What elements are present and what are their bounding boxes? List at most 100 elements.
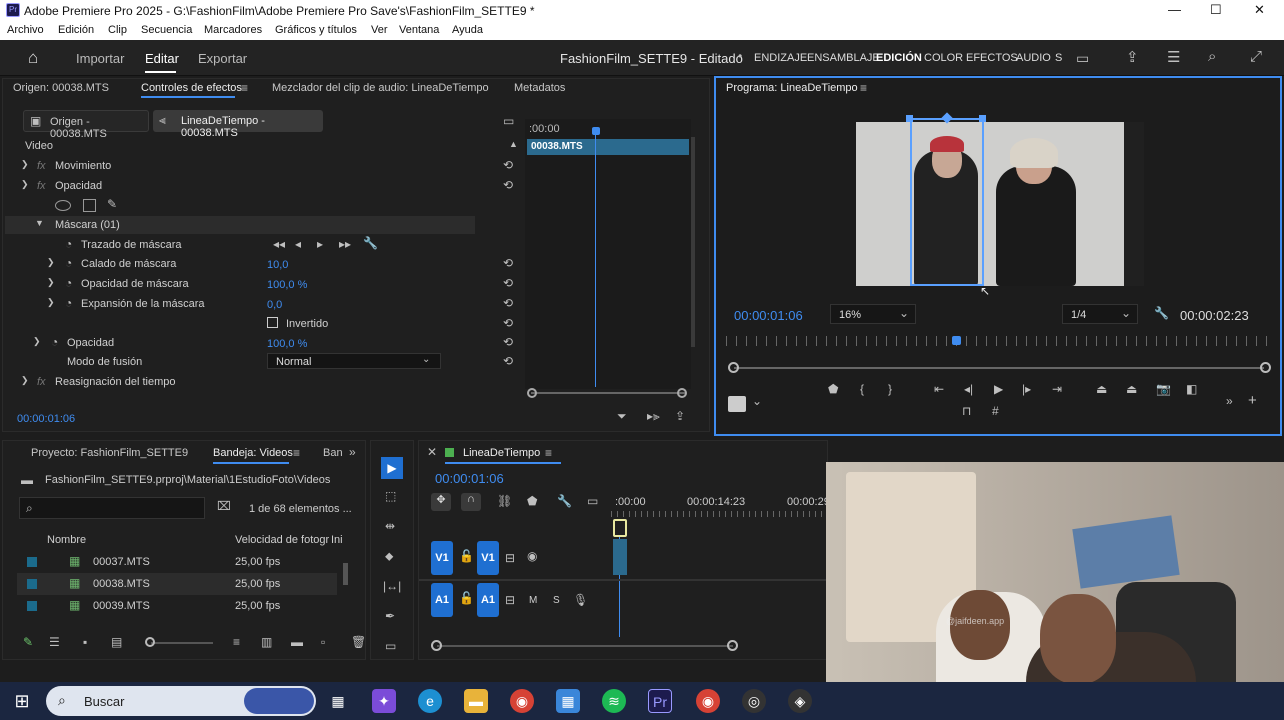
workspace-more[interactable]: S	[1055, 52, 1062, 64]
maximize-button[interactable]: ☐	[1210, 2, 1222, 18]
safe-margins-icon[interactable]: #	[992, 404, 999, 418]
task-view-icon[interactable]: ▦	[326, 689, 350, 713]
expand-expansion-icon[interactable]: ❯	[47, 297, 55, 308]
workspace-ensamblaje[interactable]: ENSAMBLAJE	[807, 52, 880, 64]
mask-outline[interactable]	[910, 118, 984, 286]
mask-vertex[interactable]	[979, 115, 986, 122]
list-item[interactable]: ▦ 00037.MTS 25,00 fps	[17, 551, 337, 573]
more-controls-icon[interactable]: »	[1226, 394, 1233, 408]
workspace-efectos[interactable]: EFECTOS	[966, 52, 1018, 64]
step-back-icon[interactable]: ◂|	[964, 382, 973, 396]
rect-mask-icon[interactable]	[83, 199, 96, 212]
ec-hscroll[interactable]	[531, 392, 685, 394]
expand-movimiento-icon[interactable]: ❯	[21, 159, 29, 170]
add-button-icon[interactable]: +	[1248, 392, 1257, 409]
close-button[interactable]: ✕	[1254, 2, 1265, 18]
chrome-icon[interactable]: ◉	[510, 689, 534, 713]
tab-source[interactable]: Origen: 00038.MTS	[13, 82, 109, 94]
stopwatch-icon[interactable]: ◔	[65, 256, 72, 270]
settings-wrench-icon[interactable]: 🔧	[1154, 306, 1169, 320]
razor-icon[interactable]: ⬥	[385, 549, 393, 564]
workspace-edicion[interactable]: EDICIÓN	[876, 52, 922, 64]
microphone-icon[interactable]: 🎙	[573, 593, 588, 607]
collapse-mascara-icon[interactable]: ▼	[35, 218, 44, 228]
panel-layout-icon[interactable]: ▭	[503, 114, 514, 128]
menu-edicion[interactable]: Edición	[58, 24, 94, 36]
mark-in-icon[interactable]: {	[860, 382, 864, 396]
panel-menu-icon[interactable]: ≡	[545, 446, 552, 460]
lift-icon[interactable]: ⏏	[1096, 382, 1107, 396]
tab-metadata[interactable]: Metadatos	[514, 82, 565, 94]
panel-menu-icon[interactable]: ≡	[860, 81, 867, 95]
col-fps[interactable]: Velocidad de fotogr	[235, 534, 329, 546]
app-icon[interactable]: ◎	[742, 689, 766, 713]
sync-lock-icon[interactable]: ⊟	[505, 551, 515, 565]
program-scroll-left[interactable]	[728, 362, 739, 373]
value-opacidad[interactable]: 100,0 %	[267, 338, 307, 350]
reset-opac-masc-icon[interactable]: ⟲	[503, 276, 513, 290]
trash-icon[interactable]: 🗑	[351, 635, 366, 649]
col-ini[interactable]: Ini	[331, 534, 343, 546]
mute-button[interactable]: M	[529, 595, 537, 606]
reset-expansion-icon[interactable]: ⟲	[503, 296, 513, 310]
tab-importar[interactable]: Importar	[76, 51, 124, 66]
filter-icon[interactable]: ⏷	[617, 409, 627, 424]
home-icon[interactable]: ⌂	[28, 48, 38, 68]
mask-vertex[interactable]	[906, 115, 913, 122]
reset-modo-icon[interactable]: ⟲	[503, 354, 513, 368]
video-frame[interactable]	[856, 112, 1144, 286]
close-tab-icon[interactable]: ✕	[427, 445, 437, 459]
pen-tool-icon[interactable]: ✒	[385, 609, 395, 623]
timeline-scroll-right[interactable]	[727, 640, 738, 651]
panel-menu-icon[interactable]: ≡	[293, 446, 300, 460]
eye-icon[interactable]: ◉	[527, 549, 537, 563]
export-frame-icon[interactable]: 📷	[1156, 382, 1171, 396]
tab-exportar[interactable]: Exportar	[198, 51, 247, 66]
stopwatch-icon[interactable]: ◔	[51, 335, 58, 349]
workspace-audio[interactable]: AUDIO	[1016, 52, 1051, 64]
v1-clip[interactable]	[613, 539, 627, 575]
ellipse-mask-icon[interactable]	[55, 200, 71, 211]
section-collapse-icon[interactable]: ▲	[509, 139, 518, 149]
icon-view-icon[interactable]: ▪	[83, 635, 87, 649]
expand-calado-icon[interactable]: ❯	[47, 257, 55, 268]
workspace-aprendizaje[interactable]: ENDIZAJE	[754, 52, 807, 64]
list-item[interactable]: ▦ 00038.MTS 25,00 fps	[17, 573, 337, 595]
solo-button[interactable]: S	[553, 595, 560, 606]
pencil-icon[interactable]: ✎	[23, 635, 33, 649]
captions-icon[interactable]: ▭	[587, 494, 598, 508]
menu-marcadores[interactable]: Marcadores	[204, 24, 262, 36]
track-forward-icon[interactable]: ▸▸	[339, 237, 351, 251]
menu-clip[interactable]: Clip	[108, 24, 127, 36]
collapse-opacidad-icon[interactable]: ❯	[21, 179, 29, 190]
track-next-icon[interactable]: ▸	[317, 237, 323, 251]
expand-opac-masc-icon[interactable]: ❯	[47, 277, 55, 288]
track-backward-icon[interactable]: ◂◂	[273, 237, 285, 251]
stopwatch-icon[interactable]: ◔	[65, 276, 72, 290]
subtab-sequence-clip[interactable]: ⫷ LineaDeTiempo - 00038.MTS	[153, 110, 323, 139]
tab-audio-mixer[interactable]: Mezclador del clip de audio: LineaDeTiem…	[272, 82, 489, 94]
reset-movimiento-icon[interactable]: ⟲	[503, 158, 513, 172]
reset-opac-icon[interactable]: ⟲	[503, 335, 513, 349]
stopwatch-icon[interactable]: ◔	[65, 296, 72, 310]
taskbar-search-input[interactable]: ⌕ Buscar	[46, 686, 316, 716]
resolution-select[interactable]: 1/4 ⌄	[1062, 304, 1138, 324]
snap-icon[interactable]: ∩	[461, 493, 481, 511]
queue-icon[interactable]: ☰	[1167, 48, 1180, 66]
reset-calado-icon[interactable]: ⟲	[503, 256, 513, 270]
start-icon[interactable]: ⊞	[10, 689, 34, 713]
workspace-panel-icon[interactable]: ▭	[1076, 50, 1089, 67]
project-search-input[interactable]: ⌕	[19, 497, 205, 519]
play-icon[interactable]: ▶	[994, 382, 1003, 396]
track-prev-icon[interactable]: ◂	[295, 237, 301, 251]
workspace-color[interactable]: COLOR	[924, 52, 963, 64]
sync-lock-icon[interactable]: ⊟	[505, 593, 515, 607]
tab-bin-videos[interactable]: Bandeja: Videos	[213, 447, 293, 459]
timeline-ruler[interactable]	[611, 511, 827, 517]
timeline-hscroll[interactable]	[437, 645, 733, 647]
program-scroll-right[interactable]	[1260, 362, 1271, 373]
rectangle-tool-icon[interactable]: ▭	[385, 639, 396, 653]
multicam-icon[interactable]: ⊓	[962, 404, 971, 418]
subtab-source-clip[interactable]: ▣ Origen - 00038.MTS	[23, 110, 149, 140]
add-marker-icon[interactable]: ⬟	[527, 494, 537, 508]
